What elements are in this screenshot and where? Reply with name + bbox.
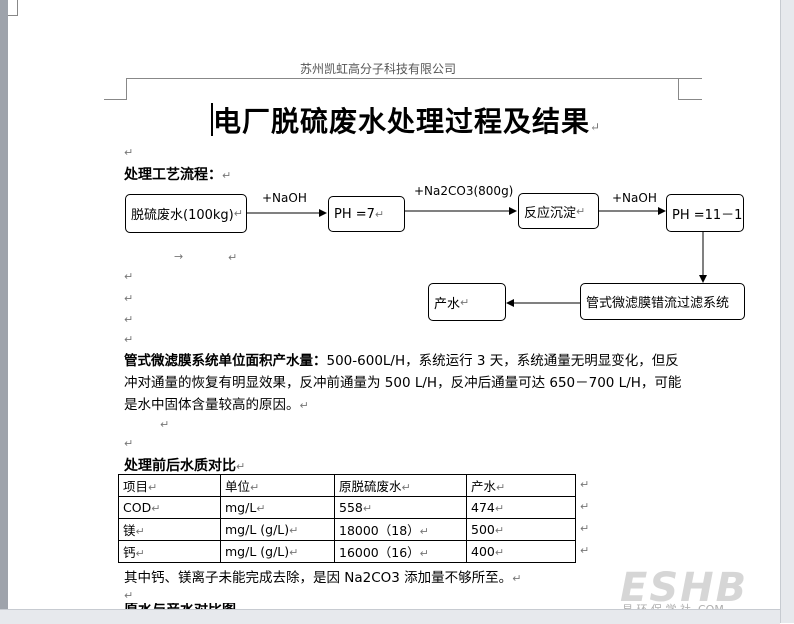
table-row: COD↵ mg/L↵ 558↵ 474↵ [118,496,576,519]
paragraph-mark: ↵ [124,292,134,305]
water-quality-heading: 处理前后水质对比↵ [124,458,246,474]
table-header-cell[interactable]: 原脱硫废水↵ [334,474,467,497]
flow-box-reaction-settling[interactable]: 反应沉淀 ↵ [518,193,599,229]
table-cell[interactable]: 474↵ [466,496,576,519]
paragraph-mark: ↵ [160,418,170,431]
table-cell[interactable]: mg/L↵ [220,496,335,519]
table-cell[interactable]: mg/L (g/L)↵ [220,540,335,563]
table-cell[interactable]: 558↵ [334,496,467,519]
table-cell[interactable]: mg/L (g/L)↵ [220,518,335,541]
table-cell[interactable]: 钙↵ [118,540,221,563]
site-watermark: ESHB 易 环 保 学 社 .COM [620,565,748,616]
paragraph-mark: ↵ [124,313,134,326]
row-end-mark: ↵ [580,500,590,513]
flow-box-tubular-microfiltration[interactable]: 管式微滤膜错流过滤系统 [580,283,745,320]
table-cell[interactable]: 18000（18）↵ [334,518,467,541]
paragraph-mark: ↵ [124,437,134,450]
flow-box-ph7[interactable]: PH =7 ↵ [328,196,405,232]
table-row: 钙↵ mg/L (g/L)↵ 16000（16）↵ 400↵ [118,540,576,563]
table-cell[interactable]: COD↵ [118,496,221,519]
paragraph-mark: ↵ [228,251,238,264]
table-header-cell[interactable]: 项目↵ [118,474,221,497]
table-cell[interactable]: 500↵ [466,518,576,541]
flow-box-raw-wastewater[interactable]: 脱硫废水(100kg) ↵ [125,194,247,233]
flow-box-product-water[interactable]: 产水 ↵ [428,283,506,321]
row-end-mark: ↵ [580,522,590,535]
vertical-scrollbar[interactable] [780,0,794,623]
table-header-cell[interactable]: 单位↵ [220,474,335,497]
table-cell[interactable]: 16000（16）↵ [334,540,467,563]
paragraph-mark: ↵ [124,333,134,346]
table-note[interactable]: 其中钙、镁离子未能完成去除，是因 Na2CO3 添加量不够所至。↵ [124,566,521,586]
table-header-cell[interactable]: 产水↵ [466,474,576,497]
paragraph-mark: ↵ [124,270,134,283]
paragraph-mark: ↵ [124,589,134,602]
row-end-mark: ↵ [580,544,590,557]
table-cell[interactable]: 镁↵ [118,518,221,541]
table-header-row: 项目↵ 单位↵ 原脱硫废水↵ 产水↵ [118,474,576,497]
flux-paragraph[interactable]: 管式微滤膜系统单位面积产水量：500-600L/H，系统运行 3 天，系统通量无… [124,350,684,417]
horizontal-scrollbar[interactable] [0,609,780,624]
row-end-mark: ↵ [580,478,590,491]
water-quality-table[interactable]: 项目↵ 单位↵ 原脱硫废水↵ 产水↵ COD↵ mg/L↵ 558↵ 474↵ … [118,474,576,563]
table-row: 镁↵ mg/L (g/L)↵ 18000（18）↵ 500↵ [118,518,576,541]
tab-mark: → [174,250,184,263]
flow-box-ph11-12[interactable]: PH =11－12 [666,194,744,232]
table-cell[interactable]: 400↵ [466,540,576,563]
flux-heading: 管式微滤膜系统单位面积产水量： [124,353,327,369]
